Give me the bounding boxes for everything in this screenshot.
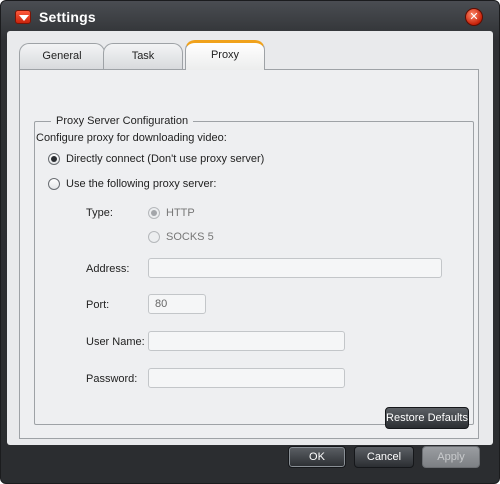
custom-proxy-radio[interactable] [48, 178, 60, 190]
direct-connect-label[interactable]: Directly connect (Don't use proxy server… [66, 153, 264, 165]
dialog-body: General Task Proxy Proxy Server Configur… [7, 31, 493, 445]
proxy-tab-panel: Proxy Server Configuration Configure pro… [19, 69, 479, 439]
tab-general[interactable]: General [19, 43, 105, 69]
direct-connect-radio[interactable] [48, 153, 60, 165]
title-bar[interactable]: Settings ✕ [1, 1, 499, 35]
username-label: User Name: [86, 336, 145, 348]
tab-proxy[interactable]: Proxy [185, 40, 265, 70]
type-http-label[interactable]: HTTP [166, 207, 195, 219]
address-field[interactable] [148, 258, 442, 278]
cancel-button[interactable]: Cancel [354, 446, 414, 468]
apply-button[interactable]: Apply [422, 446, 480, 468]
custom-proxy-label[interactable]: Use the following proxy server: [66, 178, 216, 190]
app-logo-icon [15, 10, 31, 24]
password-label: Password: [86, 373, 138, 385]
restore-defaults-button[interactable]: Restore Defaults [385, 407, 469, 429]
type-socks-label[interactable]: SOCKS 5 [166, 231, 214, 243]
settings-window: Settings ✕ General Task Proxy Proxy Serv… [0, 0, 500, 484]
tab-task[interactable]: Task [103, 43, 183, 69]
type-label: Type: [86, 207, 113, 219]
address-label: Address: [86, 263, 130, 275]
type-socks-radio[interactable] [148, 231, 160, 243]
ok-button[interactable]: OK [288, 446, 346, 468]
window-title: Settings [39, 9, 96, 25]
group-title: Proxy Server Configuration [56, 115, 189, 127]
password-field[interactable] [148, 368, 345, 388]
port-field[interactable] [148, 294, 206, 314]
type-http-radio[interactable] [148, 207, 160, 219]
username-field[interactable] [148, 331, 345, 351]
close-icon[interactable]: ✕ [465, 8, 483, 26]
proxy-prompt: Configure proxy for downloading video: [36, 132, 227, 144]
port-label: Port: [86, 299, 110, 311]
